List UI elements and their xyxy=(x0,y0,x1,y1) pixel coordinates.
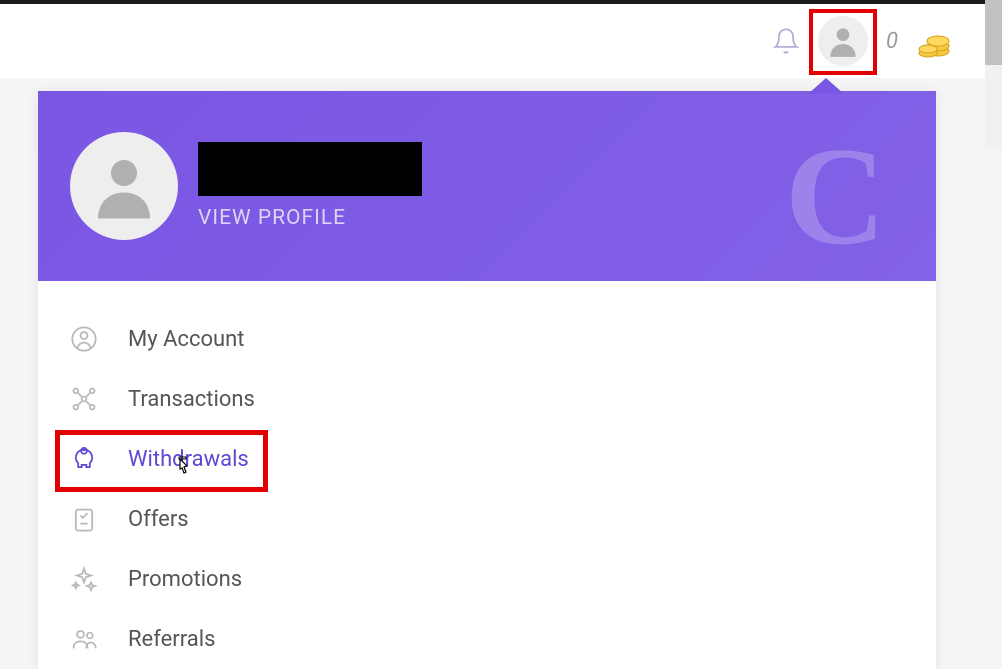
sparkle-icon xyxy=(70,565,98,593)
background-letter: C xyxy=(785,116,886,277)
menu-item-label: Transactions xyxy=(128,387,255,412)
profile-header: C VIEW PROFILE xyxy=(38,91,936,281)
menu-item-my-account[interactable]: My Account xyxy=(38,309,936,369)
coins-icon xyxy=(916,23,952,59)
username-redacted xyxy=(198,142,422,196)
menu-item-label: My Account xyxy=(128,327,244,352)
menu-item-label: Withdrawals xyxy=(128,447,249,472)
menu-item-label: Promotions xyxy=(128,567,242,592)
user-circle-icon xyxy=(70,325,98,353)
coin-count: 0 xyxy=(886,29,898,54)
profile-info: VIEW PROFILE xyxy=(198,142,422,230)
profile-dropdown: C VIEW PROFILE My Account xyxy=(38,91,936,669)
menu-item-referrals[interactable]: Referrals xyxy=(38,609,936,669)
avatar-large xyxy=(70,132,178,240)
menu-item-promotions[interactable]: Promotions xyxy=(38,549,936,609)
view-profile-link[interactable]: VIEW PROFILE xyxy=(198,206,422,230)
bell-icon[interactable] xyxy=(772,27,800,55)
scrollbar[interactable] xyxy=(985,0,1002,150)
menu-item-label: Referrals xyxy=(128,627,215,652)
menu-item-offers[interactable]: Offers xyxy=(38,489,936,549)
avatar-button[interactable] xyxy=(818,16,868,66)
checklist-icon xyxy=(70,505,98,533)
scrollbar-thumb[interactable] xyxy=(985,0,1002,65)
menu-item-label: Offers xyxy=(128,507,189,532)
piggy-bank-icon xyxy=(70,445,98,473)
menu-list: My Account Transactions xyxy=(38,281,936,669)
header: 0 xyxy=(0,4,1002,78)
network-icon xyxy=(70,385,98,413)
people-icon xyxy=(70,625,98,653)
menu-item-withdrawals[interactable]: Withdrawals xyxy=(38,429,936,489)
dropdown-arrow xyxy=(808,78,844,94)
menu-item-transactions[interactable]: Transactions xyxy=(38,369,936,429)
